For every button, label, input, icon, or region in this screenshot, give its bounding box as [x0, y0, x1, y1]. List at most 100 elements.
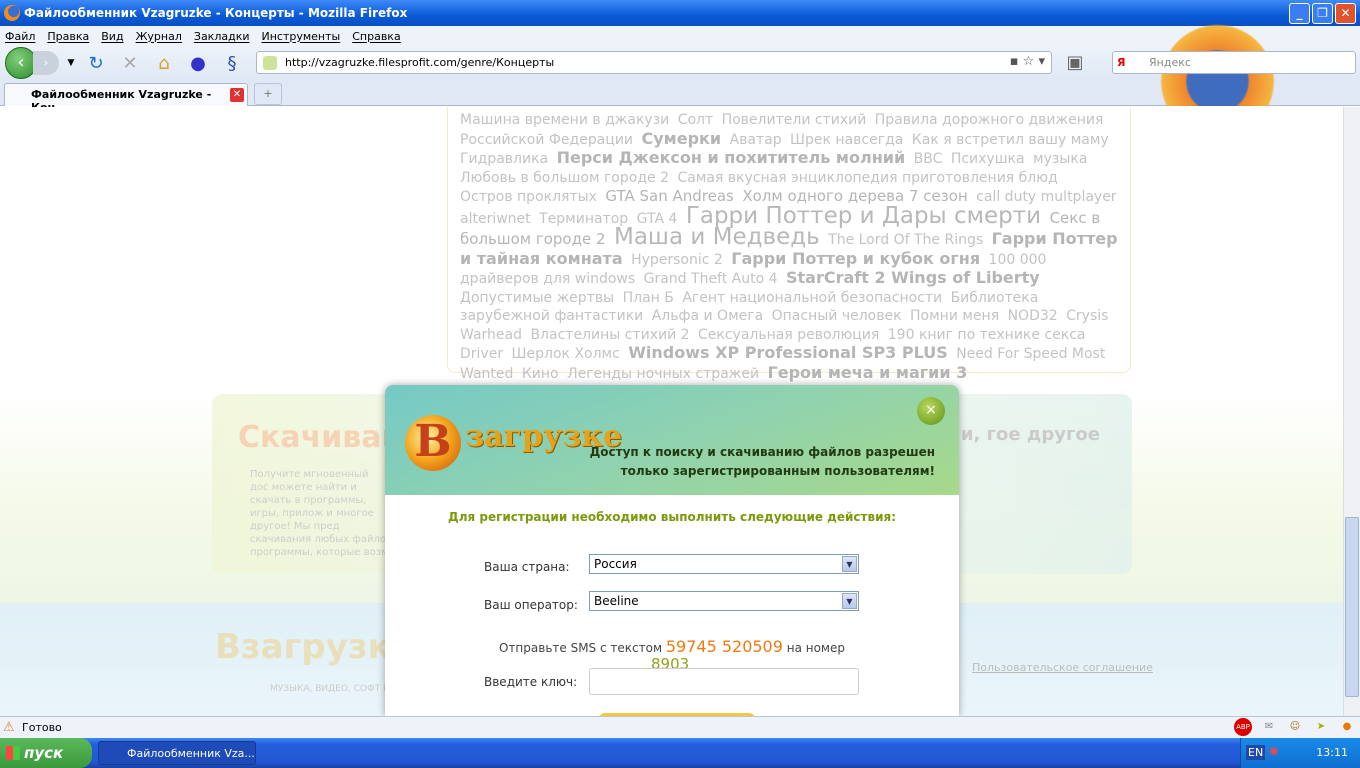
tag-link[interactable]: Легенды ночных стражей [567, 366, 759, 382]
tag-link[interactable]: Hypersonic 2 [631, 252, 723, 268]
menu-file[interactable]: Файл [5, 30, 35, 43]
tray-app-icon[interactable]: ◉ [1269, 744, 1279, 757]
search-placeholder: Яндекс [1149, 56, 1191, 69]
sms-code: 59745 520509 [665, 637, 783, 656]
tag-link[interactable]: Grand Theft Auto 4 [644, 271, 778, 287]
site-favicon [263, 56, 277, 70]
country-select[interactable]: Россия ▼ [589, 554, 859, 574]
tag-cloud: Машина времени в джакузи Солт Повелители… [447, 107, 1131, 382]
tag-link[interactable]: Машина времени в джакузи [460, 112, 669, 128]
new-tab-button[interactable]: + [254, 83, 282, 105]
firefox-status-icon[interactable]: ● [1338, 718, 1356, 736]
start-label: пуск [24, 744, 64, 762]
tag-link[interactable]: 190 книг по технике секса [888, 327, 1086, 343]
key-input[interactable] [589, 668, 859, 695]
tag-link[interactable]: Windows XP Professional SP3 PLUS [628, 343, 947, 362]
windows-flag-icon [6, 746, 20, 760]
tag-link[interactable]: Перси Джексон и похититель молний [557, 148, 906, 167]
menu-help[interactable]: Справка [352, 30, 400, 43]
tag-link[interactable]: План Б [623, 290, 674, 306]
history-dropdown-icon[interactable]: ▼ [67, 58, 75, 68]
modal-header: В загрузке Доступ к поиску и скачиванию … [385, 385, 959, 495]
home-icon[interactable]: ⌂ [151, 53, 177, 74]
menu-bookmarks[interactable]: Закладки [194, 30, 250, 43]
minimize-button[interactable]: _ [1289, 3, 1310, 24]
promo-text: Получите мгновенный дос можете найти и с… [250, 469, 389, 558]
tag-link[interactable]: Повелители стихий [722, 112, 867, 128]
chevron-down-icon[interactable]: ▼ [842, 593, 857, 609]
title-bar: Файлообменник Vzagruzke - Концерты - Moz… [0, 0, 1360, 26]
tag-link[interactable]: Шрек навсегда [790, 132, 903, 148]
adblock-icon[interactable]: ABP [1234, 718, 1252, 736]
tag-link[interactable]: Как я встретил вашу маму [912, 132, 1109, 148]
tag-link[interactable]: Самая вкусная энциклопедия приготовления… [677, 170, 1057, 186]
bookmark-star-icon[interactable]: ▪ ☆ ▾ [1010, 54, 1045, 69]
status-bar: ⚠ Готово ABP ✉ ☺ ➤ ● [0, 716, 1360, 738]
scrollbar-thumb[interactable] [1345, 517, 1359, 697]
address-bar[interactable]: http://vzagruzke.filesprofit.com/genre/К… [256, 51, 1052, 74]
tag-link[interactable]: Герои меча и магии 3 [768, 363, 968, 382]
tag-link[interactable]: Остров проклятых [460, 189, 597, 205]
search-box[interactable]: Я Яндекс [1112, 51, 1356, 74]
tag-link[interactable]: StarCraft 2 Wings of Liberty [786, 268, 1040, 287]
tag-link[interactable]: Driver [460, 346, 503, 362]
tag-link[interactable]: Маша и Медведь [614, 224, 820, 250]
yandex-icon: Я [1117, 56, 1126, 69]
tag-link[interactable]: Психушка [951, 151, 1025, 167]
seahorse-addon-icon[interactable]: § [219, 53, 245, 74]
reload-icon[interactable]: ↻ [83, 53, 109, 74]
language-indicator[interactable]: EN [1246, 745, 1266, 760]
taskbar-firefox-window[interactable]: Файлообменник Vza... [98, 741, 256, 765]
maximize-button[interactable]: ❐ [1312, 3, 1333, 24]
user-agreement-link[interactable]: Пользовательское соглашение [972, 661, 1153, 674]
task-label: Файлообменник Vza... [127, 747, 255, 760]
access-notice-line-2: только зарегистрированным пользователям! [620, 464, 935, 478]
mail-icon[interactable]: ✉ [1260, 718, 1278, 736]
menu-view[interactable]: Вид [101, 30, 123, 43]
tag-link[interactable]: Альфа и Омега [652, 308, 763, 324]
tag-link[interactable]: BBC [914, 151, 943, 167]
footer-logo: Взагрузке [215, 627, 414, 667]
tag-link[interactable]: Солт [678, 112, 713, 128]
greasemonkey-icon[interactable]: ☺ [1286, 718, 1304, 736]
tag-link[interactable]: Любовь в большом городе 2 [460, 170, 669, 186]
tag-link[interactable]: NOD32 [1008, 308, 1058, 324]
alert-search-icon[interactable]: ● [185, 53, 211, 74]
tag-link[interactable]: музыка [1033, 151, 1087, 167]
operator-value: Beeline [594, 594, 639, 608]
tag-link[interactable]: Аватар [730, 132, 782, 148]
tab-close-icon[interactable]: ✕ [230, 88, 244, 102]
chevron-down-icon[interactable]: ▼ [842, 556, 857, 572]
tag-link[interactable]: Кино [522, 366, 559, 382]
tag-link[interactable]: Сексуальная революция [698, 327, 879, 343]
screenshot-icon[interactable]: ▣ [1062, 52, 1088, 73]
logo-emblem: В [405, 415, 461, 471]
vertical-scrollbar[interactable] [1343, 107, 1360, 716]
start-button[interactable]: пуск [0, 738, 92, 768]
menu-history[interactable]: Журнал [136, 30, 182, 43]
tag-link[interactable]: Гидравлика [460, 151, 548, 167]
operator-select[interactable]: Beeline ▼ [589, 591, 859, 611]
registration-modal: В загрузке Доступ к поиску и скачиванию … [385, 385, 959, 716]
tab-active[interactable]: Файлообменник Vzagruzke - Кон... ✕ [4, 83, 248, 114]
tag-link[interactable]: Властелины стихий 2 [530, 327, 689, 343]
tag-link[interactable]: Опасный человек [772, 308, 902, 324]
clock: 13:11 [1316, 746, 1348, 759]
close-window-button[interactable]: ✕ [1335, 3, 1356, 24]
forward-button[interactable]: › [33, 51, 59, 75]
menu-edit[interactable]: Правка [47, 30, 89, 43]
tag-link[interactable]: Помни меня [910, 308, 999, 324]
tag-link[interactable]: Агент национальной безопасности [682, 290, 942, 306]
country-label: Ваша страна: [484, 560, 570, 574]
sms-instructions: Отправьте SMS с текстом 59745 520509 на … [385, 637, 959, 656]
tag-link[interactable]: Шерлок Холмс [512, 346, 620, 362]
menu-tools[interactable]: Инструменты [262, 30, 341, 43]
instructions: Для регистрации необходимо выполнить сле… [448, 510, 896, 524]
tag-link[interactable]: The Lord Of The Rings [828, 232, 983, 248]
tag-link[interactable]: Сумерки [641, 129, 721, 148]
tag-link[interactable]: Допустимые жертвы [460, 290, 614, 306]
stop-icon[interactable]: ✕ [117, 53, 143, 74]
cursor-icon[interactable]: ➤ [1312, 718, 1330, 736]
modal-close-button[interactable]: × [917, 397, 945, 425]
tag-link[interactable]: Гарри Поттер и кубок огня [731, 249, 980, 268]
